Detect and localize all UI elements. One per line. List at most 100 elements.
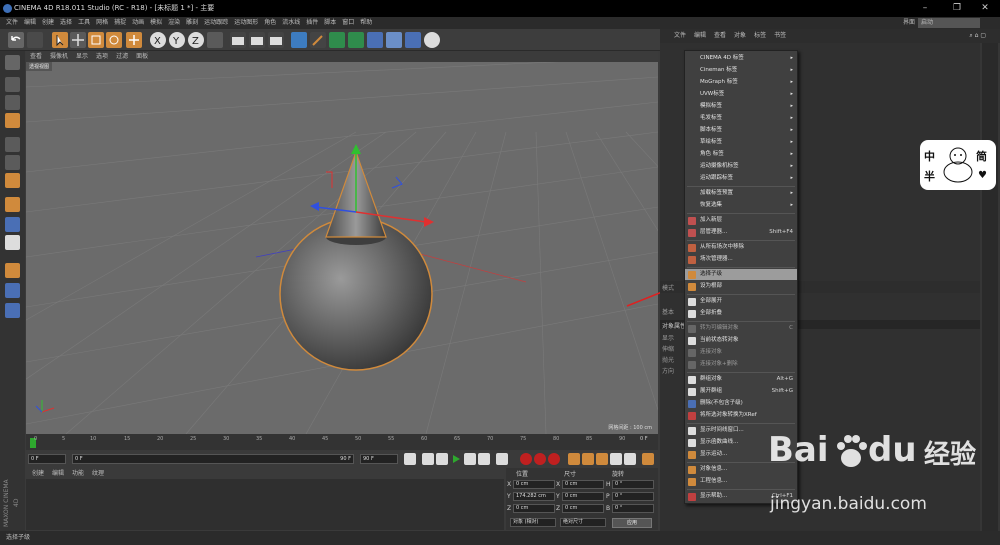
snap-icon[interactable] [5, 235, 20, 250]
apply-button[interactable]: 应用 [612, 518, 652, 528]
menu-item-connect-delete[interactable]: 连接对象+删除 [685, 359, 797, 370]
menu-file[interactable]: 文件 [6, 19, 18, 26]
size-x-field[interactable]: 0 cm [562, 480, 604, 489]
next-key-icon[interactable] [478, 453, 490, 465]
y-axis-lock-icon[interactable]: Y [169, 32, 185, 48]
previous-key-icon[interactable] [422, 453, 434, 465]
go-to-start-icon[interactable] [404, 453, 416, 465]
om-menu-tags[interactable]: 标签 [754, 32, 766, 39]
next-frame-icon[interactable] [464, 453, 476, 465]
go-to-end-icon[interactable] [496, 453, 508, 465]
menu-pipeline[interactable]: 流水线 [282, 19, 300, 26]
deformer-icon[interactable] [367, 32, 383, 48]
grid-icon[interactable] [5, 283, 20, 298]
om-menu-view[interactable]: 查看 [714, 32, 726, 39]
menu-item-expand-all[interactable]: 全部展开 [685, 296, 797, 307]
menu-tools[interactable]: 工具 [78, 19, 90, 26]
rotation-p-field[interactable]: 0 ° [612, 492, 654, 501]
redo-icon[interactable] [27, 32, 43, 48]
size-y-field[interactable]: 0 cm [562, 492, 604, 501]
size-z-field[interactable]: 0 cm [562, 504, 604, 513]
play-icon[interactable] [450, 453, 462, 465]
move-icon[interactable] [70, 32, 86, 48]
viewport-menu-options[interactable]: 选项 [96, 53, 108, 60]
solo-icon[interactable] [5, 263, 20, 278]
key-rotation-icon[interactable] [596, 453, 608, 465]
edges-mode-icon[interactable] [5, 155, 20, 170]
texture-mode-icon[interactable] [5, 95, 20, 110]
attr-mode-label[interactable]: 模式 [662, 283, 674, 292]
frame-range-slider[interactable]: 0 F 90 F [72, 454, 354, 464]
camera-icon[interactable] [405, 32, 421, 48]
recent-tools-icon[interactable] [126, 32, 142, 48]
polygons-mode-icon[interactable] [5, 173, 20, 188]
array-icon[interactable] [348, 32, 364, 48]
om-menu-edit[interactable]: 编辑 [694, 32, 706, 39]
menu-edit[interactable]: 编辑 [24, 19, 36, 26]
perspective-viewport[interactable]: 透视视图 网格间距 : 100 cm [26, 62, 658, 434]
render-picture-viewer-icon[interactable] [249, 32, 265, 48]
scale-icon[interactable] [88, 32, 104, 48]
record-active-icon[interactable] [520, 453, 532, 465]
menu-select[interactable]: 选择 [60, 19, 72, 26]
position-y-field[interactable]: 174.282 cm [513, 492, 555, 501]
light-icon[interactable] [424, 32, 440, 48]
menu-item-uvw-tags[interactable]: UVW标签 ▸ [685, 89, 797, 100]
material-menu-function[interactable]: 功能 [72, 470, 84, 477]
menu-item-sketch-tags[interactable]: 草绘标签 ▸ [685, 137, 797, 148]
rotation-b-field[interactable]: 0 ° [612, 504, 654, 513]
key-scale-icon[interactable] [582, 453, 594, 465]
menu-item-layer-manager[interactable]: 层管理器... Shift+F4 [685, 227, 797, 238]
menu-mograph[interactable]: 运动图形 [234, 19, 258, 26]
menu-snap[interactable]: 捕捉 [114, 19, 126, 26]
axis-mode-icon[interactable] [5, 197, 20, 212]
timeline-menu-icon[interactable] [642, 453, 654, 465]
menu-item-add-new-layer[interactable]: 加入新层 [685, 215, 797, 226]
cube-icon[interactable] [291, 32, 307, 48]
menu-sculpt[interactable]: 雕刻 [186, 19, 198, 26]
viewport-menu-panel[interactable]: 面板 [136, 53, 148, 60]
autokey-icon[interactable] [534, 453, 546, 465]
points-mode-icon[interactable] [5, 137, 20, 152]
key-parameter-icon[interactable] [610, 453, 622, 465]
material-menu-edit[interactable]: 编辑 [52, 470, 64, 477]
rotation-h-field[interactable]: 0 ° [612, 480, 654, 489]
menu-item-group-objects[interactable]: 群组对象 Alt+G [685, 374, 797, 385]
render-settings-icon[interactable] [268, 32, 284, 48]
menu-item-character-tags[interactable]: 角色 标签 ▸ [685, 149, 797, 160]
keyframe-selection-icon[interactable] [548, 453, 560, 465]
floor-icon[interactable] [386, 32, 402, 48]
make-editable-icon[interactable] [5, 55, 20, 70]
menu-item-hair-tags[interactable]: 毛发标签 ▸ [685, 113, 797, 124]
menu-item-take-manager[interactable]: 场次管理器... [685, 254, 797, 265]
om-menu-file[interactable]: 文件 [674, 32, 686, 39]
start-frame-field[interactable]: 0 F [28, 454, 66, 464]
position-x-field[interactable]: 0 cm [513, 480, 555, 489]
subdivision-icon[interactable] [329, 32, 345, 48]
previous-frame-icon[interactable] [436, 453, 448, 465]
menu-item-make-editable[interactable]: 转为可编辑对象 C [685, 323, 797, 334]
key-position-icon[interactable] [568, 453, 580, 465]
rotate-icon[interactable] [106, 32, 122, 48]
menu-item-simulation-tags[interactable]: 模拟标签 ▸ [685, 101, 797, 112]
menu-item-motion-tracker-tags[interactable]: 运动跟踪标签 ▸ [685, 173, 797, 184]
coordinate-mode-select[interactable]: 对象 (相对) [510, 518, 556, 527]
menu-item-mograph-tags[interactable]: MoGraph 标签 ▸ [685, 77, 797, 88]
attr-basic-tab[interactable]: 基本 [662, 307, 674, 316]
material-menu-create[interactable]: 创建 [32, 470, 44, 477]
menu-item-remove-from-takes[interactable]: 从所有场次中移除 [685, 242, 797, 253]
menu-motion-tracker[interactable]: 运动跟踪 [204, 19, 228, 26]
tweak-mode-icon[interactable] [5, 217, 20, 232]
z-axis-lock-icon[interactable]: Z [188, 32, 204, 48]
pen-icon[interactable] [310, 32, 326, 48]
menu-simulate[interactable]: 模拟 [150, 19, 162, 26]
om-menu-objects[interactable]: 对象 [734, 32, 746, 39]
menu-item-restore-selection[interactable]: 恢复选集 ▸ [685, 200, 797, 211]
menu-item-load-tag-preset[interactable]: 加载标签预置 ▸ [685, 188, 797, 199]
menu-item-delete-without-children[interactable]: 删除(不包含子级) [685, 398, 797, 409]
timeline-ruler[interactable]: 0 5 10 15 20 25 30 35 40 45 50 55 60 65 … [26, 434, 658, 450]
undo-icon[interactable] [8, 32, 24, 48]
layout-select[interactable]: 启动 [918, 18, 980, 28]
close-button[interactable]: ✕ [970, 0, 1000, 17]
menu-script[interactable]: 脚本 [324, 19, 336, 26]
